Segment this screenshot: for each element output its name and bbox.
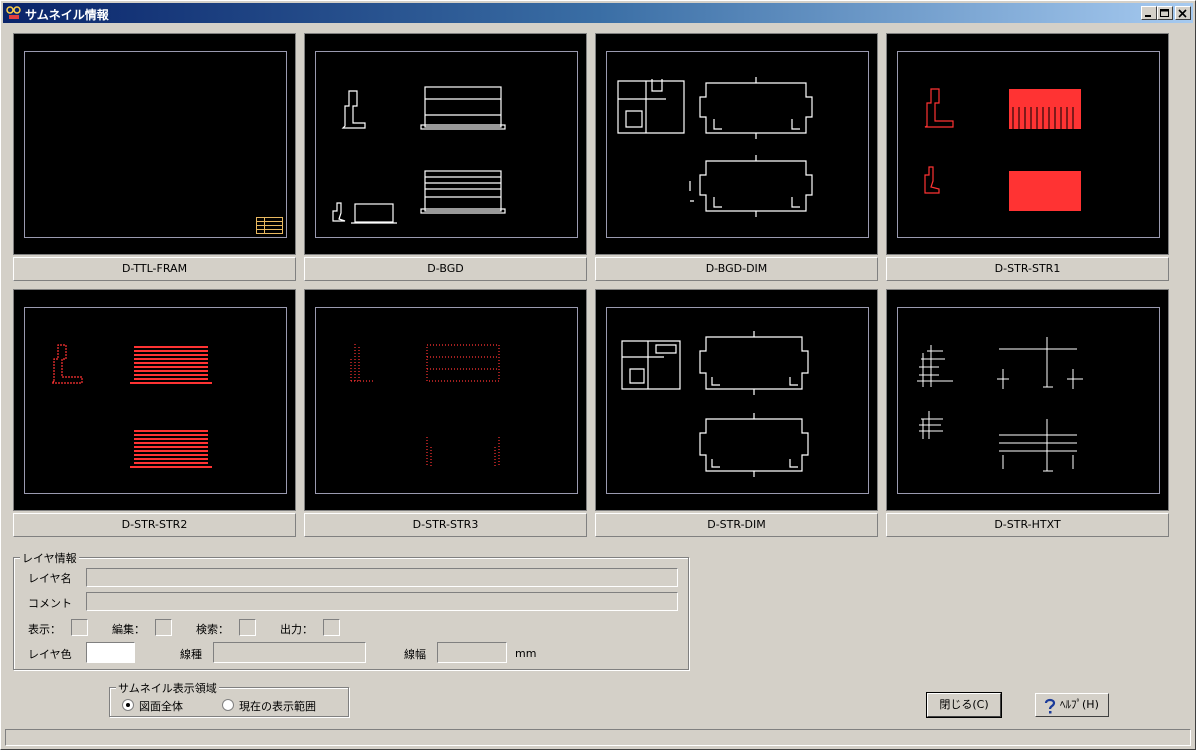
- radio-selected-dot: [126, 703, 130, 707]
- layer-name-label: レイヤ名: [28, 572, 72, 585]
- linewidth-label: 線幅: [404, 648, 426, 661]
- thumbnail-preview: [595, 289, 878, 511]
- app-icon: [6, 6, 21, 19]
- drawing-graphic: [924, 88, 1081, 211]
- thumbnail-preview: [13, 33, 296, 255]
- thumbnail-area-group: サムネイル表示領域 図面全体 現在の表示範囲: [109, 680, 349, 717]
- thumbnail-preview: [886, 33, 1169, 255]
- comment-label: コメント: [28, 597, 72, 610]
- layer-color-label: レイヤ色: [28, 648, 72, 661]
- linetype-label: 線種: [180, 648, 202, 661]
- thumbnail-area-title: サムネイル表示領域: [116, 680, 219, 696]
- thumbnail-d-ttl-fram[interactable]: D-TTL-FRAM: [13, 33, 296, 281]
- help-button[interactable]: ﾍﾙﾌﾟ(H): [1035, 693, 1109, 717]
- display-checkbox[interactable]: [71, 619, 88, 636]
- thumbnail-d-bgd[interactable]: D-BGD: [304, 33, 587, 281]
- layer-info-group: レイヤ情報 レイヤ名 コメント 表示： 編集： 検索： 出力： レイヤ色 線種 …: [13, 550, 689, 670]
- maximize-button[interactable]: [1157, 6, 1173, 20]
- layer-name-field[interactable]: [86, 568, 678, 587]
- thumbnail-label: D-BGD: [304, 257, 587, 281]
- help-button-label: ﾍﾙﾌﾟ(H): [1060, 698, 1099, 711]
- thumbnail-label: D-STR-STR1: [886, 257, 1169, 281]
- radio-current-view[interactable]: [222, 699, 234, 711]
- thumbnail-label: D-STR-STR2: [13, 513, 296, 537]
- thumbnail-label: D-TTL-FRAM: [13, 257, 296, 281]
- status-bar: [5, 729, 1191, 746]
- drawing-graphic: [50, 344, 212, 468]
- linewidth-unit: mm: [515, 647, 537, 660]
- thumbnail-preview: [304, 289, 587, 511]
- close-button[interactable]: 閉じる(C): [926, 692, 1002, 718]
- close-window-button[interactable]: [1175, 6, 1191, 20]
- minimize-icon: [1145, 15, 1151, 17]
- window-title: サムネイル情報: [25, 8, 109, 22]
- radio-whole-drawing-label[interactable]: 図面全体: [139, 698, 183, 714]
- drawing-graphic: [621, 331, 809, 477]
- thumbnail-info-window: サムネイル情報 D-TTL-FRAM D-BGD D-BGD-DIM D-STR…: [0, 0, 1196, 750]
- radio-whole-drawing[interactable]: [122, 699, 134, 711]
- search-checkbox[interactable]: [239, 619, 256, 636]
- thumbnail-preview: [595, 33, 878, 255]
- search-label: 検索：: [196, 623, 229, 636]
- close-icon: [1178, 9, 1187, 18]
- comment-field[interactable]: [86, 592, 678, 611]
- layer-info-title: レイヤ情報: [20, 550, 79, 566]
- output-checkbox[interactable]: [323, 619, 340, 636]
- title-block-graphic: [256, 217, 283, 234]
- thumbnail-label: D-STR-HTXT: [886, 513, 1169, 537]
- edit-checkbox[interactable]: [155, 619, 172, 636]
- output-label: 出力：: [280, 623, 313, 636]
- linewidth-field[interactable]: [437, 642, 507, 663]
- thumbnail-label: D-STR-DIM: [595, 513, 878, 537]
- drawing-graphic: [617, 77, 813, 217]
- help-question-icon: [1044, 698, 1056, 714]
- thumbnail-d-str-str2[interactable]: D-STR-STR2: [13, 289, 296, 537]
- radio-current-view-label[interactable]: 現在の表示範囲: [239, 698, 316, 714]
- thumbnail-d-str-dim[interactable]: D-STR-DIM: [595, 289, 878, 537]
- drawing-graphic: [350, 343, 500, 467]
- thumbnail-preview: [304, 33, 587, 255]
- minimize-button[interactable]: [1141, 6, 1157, 20]
- edit-label: 編集：: [112, 623, 145, 636]
- thumbnail-preview: [13, 289, 296, 511]
- layer-color-swatch[interactable]: [86, 642, 135, 663]
- thumbnail-label: D-STR-STR3: [304, 513, 587, 537]
- maximize-icon: [1160, 9, 1169, 17]
- linetype-field[interactable]: [213, 642, 366, 663]
- drawing-graphic: [332, 86, 506, 224]
- drawing-graphic: [917, 337, 1083, 472]
- drawing-frame: [24, 51, 287, 238]
- title-bar[interactable]: サムネイル情報: [3, 3, 1193, 23]
- thumbnail-d-bgd-dim[interactable]: D-BGD-DIM: [595, 33, 878, 281]
- thumbnail-d-str-htxt[interactable]: D-STR-HTXT: [886, 289, 1169, 537]
- thumbnail-d-str-str3[interactable]: D-STR-STR3: [304, 289, 587, 537]
- display-label: 表示：: [28, 623, 61, 636]
- thumbnail-preview: [886, 289, 1169, 511]
- thumbnail-d-str-str1[interactable]: D-STR-STR1: [886, 33, 1169, 281]
- thumbnail-label: D-BGD-DIM: [595, 257, 878, 281]
